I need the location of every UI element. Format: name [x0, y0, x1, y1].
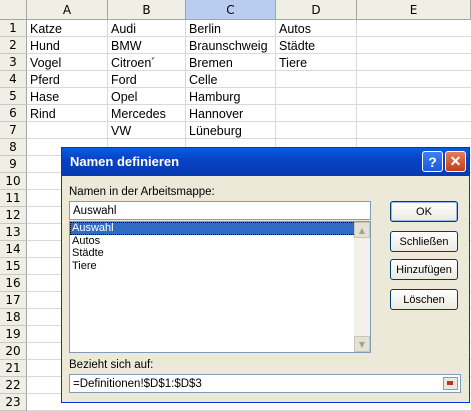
list-item[interactable]: Städte — [70, 247, 370, 260]
row-header-19[interactable]: 19 — [0, 326, 27, 343]
cell-a5[interactable]: Hase — [27, 89, 59, 105]
cell-c2[interactable]: Braunschweig — [186, 38, 268, 54]
gridline — [27, 138, 471, 139]
row-header-5[interactable]: 5 — [0, 88, 27, 105]
cell-d2[interactable]: Städte — [276, 38, 315, 54]
name-input[interactable]: Auswahl — [69, 201, 371, 220]
close-button[interactable]: Schließen — [390, 231, 458, 252]
names-list[interactable]: Auswahl Autos Städte Tiere ▲ ▼ — [69, 221, 371, 353]
row-header-9[interactable]: 9 — [0, 156, 27, 173]
column-header-e[interactable]: E — [357, 0, 471, 20]
list-item-selected[interactable]: Auswahl — [70, 222, 370, 235]
row-header-8[interactable]: 8 — [0, 139, 27, 156]
row-header-12[interactable]: 12 — [0, 207, 27, 224]
cell-a6[interactable]: Rind — [27, 106, 56, 122]
delete-button[interactable]: Löschen — [390, 289, 458, 310]
column-header-b[interactable]: B — [108, 0, 186, 20]
row-header-16[interactable]: 16 — [0, 275, 27, 292]
row-header-13[interactable]: 13 — [0, 224, 27, 241]
define-names-dialog: Namen definieren ? ✕ Namen in der Arbeit… — [61, 147, 470, 403]
row-header-22[interactable]: 22 — [0, 377, 27, 394]
dialog-title-bar[interactable]: Namen definieren ? ✕ — [62, 148, 469, 176]
row-header-17[interactable]: 17 — [0, 292, 27, 309]
column-header-c[interactable]: C — [186, 0, 276, 20]
row-header-20[interactable]: 20 — [0, 343, 27, 360]
cell-a2[interactable]: Hund — [27, 38, 60, 54]
row-header-21[interactable]: 21 — [0, 360, 27, 377]
close-icon[interactable]: ✕ — [445, 151, 466, 172]
cell-c3[interactable]: Bremen — [186, 55, 233, 71]
cell-a3[interactable]: Vogel — [27, 55, 61, 71]
row-header-15[interactable]: 15 — [0, 258, 27, 275]
cell-b7[interactable]: VW — [108, 123, 131, 139]
list-item[interactable]: Autos — [70, 235, 370, 248]
gridline — [27, 70, 471, 71]
ok-button[interactable]: OK — [390, 201, 458, 222]
gridline — [27, 36, 471, 37]
column-header-a[interactable]: A — [27, 0, 108, 20]
add-button[interactable]: Hinzufügen — [390, 259, 458, 280]
row-header-6[interactable]: 6 — [0, 105, 27, 122]
refers-to-input[interactable]: =Definitionen!$D$1:$D$3 — [69, 374, 461, 393]
row-header-10[interactable]: 10 — [0, 173, 27, 190]
refers-to-value: =Definitionen!$D$1:$D$3 — [73, 378, 202, 390]
cell-b3[interactable]: Citroen´ — [108, 55, 155, 71]
cell-a1[interactable]: Katze — [27, 21, 62, 37]
cell-b6[interactable]: Mercedes — [108, 106, 166, 122]
row-header-4[interactable]: 4 — [0, 71, 27, 88]
cell-c7[interactable]: Lüneburg — [186, 123, 242, 139]
list-scrollbar[interactable]: ▲ ▼ — [354, 222, 370, 352]
row-header-7[interactable]: 7 — [0, 122, 27, 139]
names-label: Namen in der Arbeitsmappe: — [69, 186, 215, 198]
cell-d3[interactable]: Tiere — [276, 55, 307, 71]
scroll-down-icon[interactable]: ▼ — [354, 336, 370, 352]
row-header-18[interactable]: 18 — [0, 309, 27, 326]
cell-d1[interactable]: Autos — [276, 21, 311, 37]
scroll-up-icon[interactable]: ▲ — [354, 222, 370, 238]
cell-c1[interactable]: Berlin — [186, 21, 221, 37]
help-icon[interactable]: ? — [422, 151, 443, 172]
cell-b2[interactable]: BMW — [108, 38, 142, 54]
gridline — [27, 121, 471, 122]
cell-b1[interactable]: Audi — [108, 21, 136, 37]
select-all-corner[interactable] — [0, 0, 27, 20]
cell-c5[interactable]: Hamburg — [186, 89, 240, 105]
cell-b4[interactable]: Ford — [108, 72, 137, 88]
list-item[interactable]: Tiere — [70, 260, 370, 273]
row-header-3[interactable]: 3 — [0, 54, 27, 71]
row-header-1[interactable]: 1 — [0, 20, 27, 37]
cell-c6[interactable]: Hannover — [186, 106, 243, 122]
row-header-14[interactable]: 14 — [0, 241, 27, 258]
dialog-title: Namen definieren — [70, 154, 180, 169]
cell-a4[interactable]: Pferd — [27, 72, 60, 88]
row-header-2[interactable]: 2 — [0, 37, 27, 54]
cell-b5[interactable]: Opel — [108, 89, 137, 105]
column-header-d[interactable]: D — [276, 0, 357, 20]
gridline — [27, 104, 471, 105]
collapse-dialog-icon[interactable] — [443, 377, 458, 390]
row-header-11[interactable]: 11 — [0, 190, 27, 207]
cell-c4[interactable]: Celle — [186, 72, 218, 88]
refers-to-label: Bezieht sich auf: — [69, 359, 154, 371]
gridline — [27, 87, 471, 88]
